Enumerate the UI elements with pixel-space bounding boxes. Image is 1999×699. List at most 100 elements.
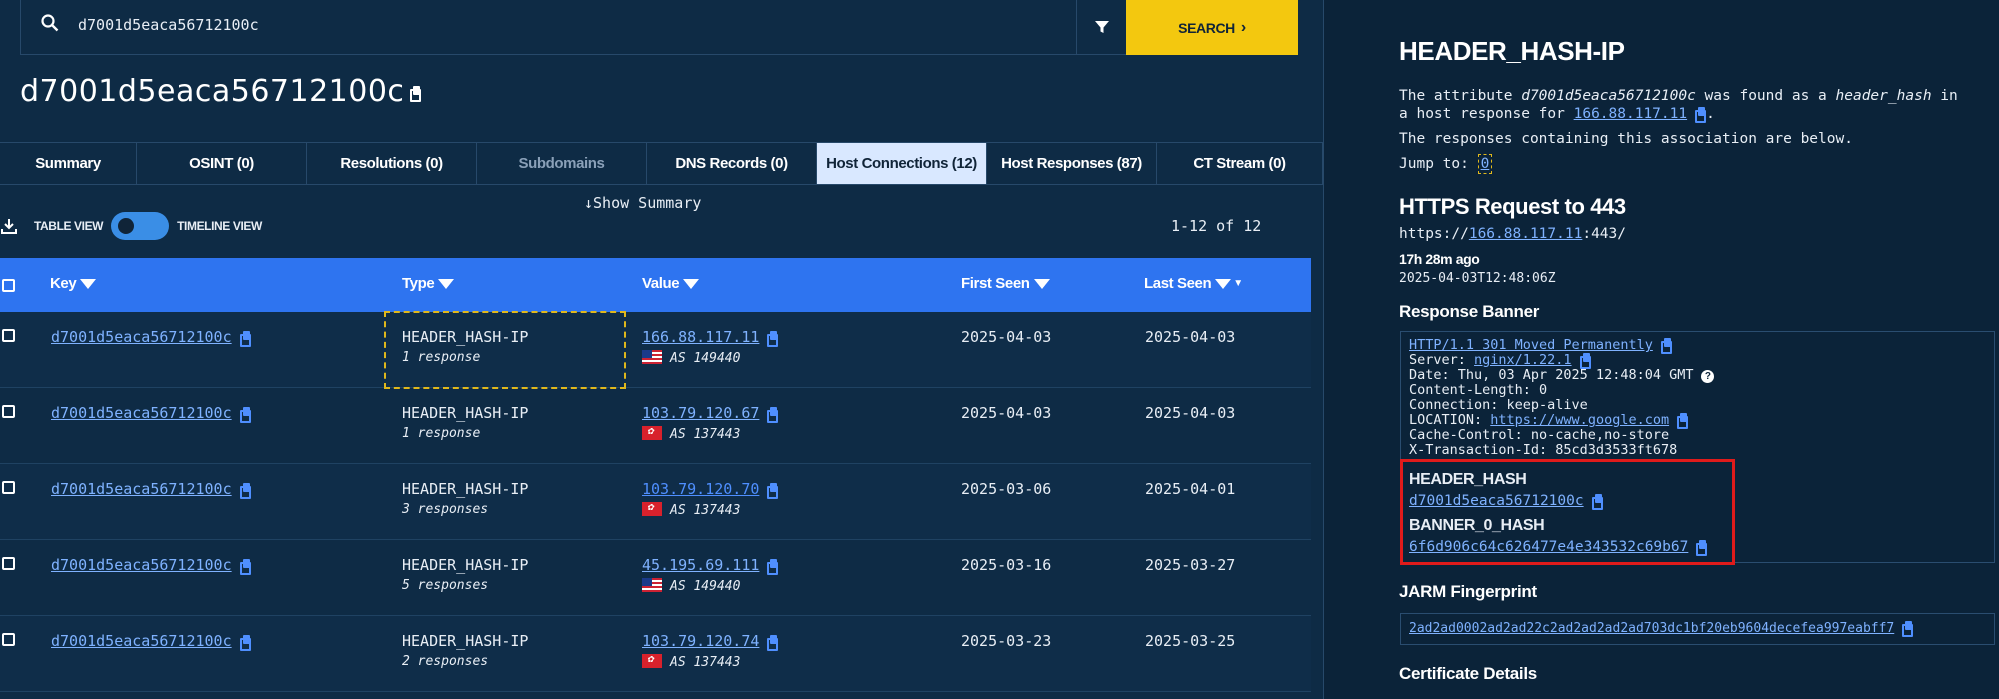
tab-label: CT Stream (0) — [1193, 155, 1286, 172]
ip-link[interactable]: 166.88.117.11 — [642, 328, 759, 346]
filter-icon[interactable] — [1215, 278, 1232, 289]
ip-link[interactable]: 103.79.120.67 — [642, 404, 759, 422]
filter-icon[interactable] — [438, 278, 455, 289]
row-checkbox[interactable] — [2, 557, 15, 570]
column-key[interactable]: Key — [50, 275, 97, 292]
jarm-title: JARM Fingerprint — [1399, 582, 1537, 601]
results-pane: SEARCH › d7001d5eaca56712100c Summary OS… — [0, 0, 1323, 699]
asn-text: AS 137443 — [670, 655, 741, 670]
view-toggle[interactable] — [111, 212, 170, 240]
panel-description: The attribute d7001d5eaca56712100c was f… — [1399, 87, 1989, 123]
table-view-label: TABLE VIEW — [34, 219, 104, 233]
url-suffix: :443/ — [1582, 226, 1626, 242]
copy-icon[interactable] — [239, 559, 251, 575]
jarm-link[interactable]: 2ad2ad0002ad2ad22c2ad2ad2ad2ad703dc1bf20… — [1409, 621, 1894, 636]
filter-icon[interactable] — [683, 278, 700, 289]
column-first-seen[interactable]: First Seen — [961, 275, 1050, 292]
key-link[interactable]: d7001d5eaca56712100c — [51, 556, 232, 574]
panel-title: HEADER_HASH-IP — [1399, 36, 1625, 66]
tab-label: OSINT (0) — [189, 155, 254, 172]
cache-control-header: Cache-Control: no-cache,no-store — [1409, 427, 1670, 443]
search-button-label: SEARCH — [1178, 19, 1235, 36]
filter-button[interactable] — [1076, 0, 1126, 54]
certificate-title: Certificate Details — [1399, 664, 1537, 683]
page-title-text: d7001d5eaca56712100c — [20, 74, 405, 109]
key-link[interactable]: d7001d5eaca56712100c — [51, 480, 232, 498]
ip-link[interactable]: 45.195.69.111 — [642, 556, 759, 574]
filter-icon[interactable] — [80, 278, 97, 289]
row-checkbox[interactable] — [2, 481, 15, 494]
download-icon[interactable] — [0, 217, 18, 235]
tab-summary[interactable]: Summary — [0, 143, 137, 184]
tab-host-responses[interactable]: Host Responses (87) — [987, 143, 1157, 184]
copy-icon[interactable] — [1660, 338, 1672, 354]
tab-osint[interactable]: OSINT (0) — [137, 143, 307, 184]
copy-icon[interactable] — [239, 331, 251, 347]
filter-icon — [1094, 21, 1109, 33]
key-link[interactable]: d7001d5eaca56712100c — [51, 328, 232, 346]
response-count: 3 responses — [402, 502, 489, 517]
column-value[interactable]: Value — [642, 275, 700, 292]
key-link[interactable]: d7001d5eaca56712100c — [51, 404, 232, 422]
search-input[interactable] — [78, 14, 978, 36]
jump-link[interactable]: 0 — [1477, 154, 1493, 174]
status-line[interactable]: HTTP/1.1 301 Moved Permanently — [1409, 337, 1653, 353]
copy-icon[interactable] — [1902, 621, 1914, 637]
flag-my-icon — [642, 578, 662, 592]
location-link[interactable]: https://www.google.com — [1490, 412, 1669, 428]
sort-desc-icon[interactable]: ▼ — [1233, 278, 1243, 289]
tab-host-connections[interactable]: Host Connections (12) — [817, 143, 987, 184]
row-checkbox[interactable] — [2, 405, 15, 418]
tab-subdomains[interactable]: Subdomains — [477, 143, 647, 184]
key-link[interactable]: d7001d5eaca56712100c — [51, 632, 232, 650]
type-text: HEADER_HASH-IP — [402, 632, 529, 650]
jump-to-label: Jump to: — [1399, 156, 1478, 172]
copy-icon[interactable] — [239, 483, 251, 499]
tab-ct-stream[interactable]: CT Stream (0) — [1157, 143, 1323, 184]
copy-icon[interactable] — [1579, 353, 1591, 369]
last-seen: 2025-03-27 — [1145, 556, 1236, 574]
copy-icon[interactable] — [239, 635, 251, 651]
result-count: 1-12 of 12 — [1171, 217, 1262, 235]
copy-icon[interactable] — [767, 559, 779, 575]
table-row: d7001d5eaca56712100c HEADER_HASH-IP 1 res… — [0, 388, 1311, 464]
jump-to: Jump to: 0 — [1399, 154, 1493, 174]
copy-icon[interactable] — [410, 86, 424, 102]
type-text: HEADER_HASH-IP — [402, 556, 529, 574]
response-banner-title: Response Banner — [1399, 302, 1540, 321]
tab-resolutions[interactable]: Resolutions (0) — [307, 143, 477, 184]
show-summary-link[interactable]: ↓Show Summary — [584, 194, 701, 212]
arrow-down-icon: ↓ — [584, 194, 594, 212]
search-bar: SEARCH › — [20, 0, 1298, 55]
tab-dns-records[interactable]: DNS Records (0) — [647, 143, 817, 184]
row-checkbox[interactable] — [2, 633, 15, 646]
row-checkbox[interactable] — [2, 329, 15, 342]
table-row: d7001d5eaca56712100c HEADER_HASH-IP 2 res… — [0, 616, 1311, 692]
copy-icon[interactable] — [767, 483, 779, 499]
chevron-right-icon: › — [1240, 18, 1246, 36]
ip-link[interactable]: 166.88.117.11 — [1574, 106, 1688, 122]
copy-icon[interactable] — [1695, 107, 1707, 123]
ip-link[interactable]: 103.79.120.74 — [642, 632, 759, 650]
desc-text: a host response for — [1399, 106, 1574, 122]
ip-link[interactable]: 103.79.120.70 — [642, 480, 759, 498]
table-header: Key Type Value First Seen Last Seen ▼ — [0, 258, 1311, 312]
column-type[interactable]: Type — [402, 275, 455, 292]
copy-icon[interactable] — [767, 331, 779, 347]
filter-icon[interactable] — [1033, 278, 1050, 289]
help-icon[interactable]: ? — [1701, 370, 1715, 383]
timestamp: 2025-04-03T12:48:06Z — [1399, 271, 1556, 286]
column-last-seen[interactable]: Last Seen ▼ — [1144, 275, 1243, 292]
search-button[interactable]: SEARCH › — [1126, 0, 1298, 55]
search-icon — [41, 14, 59, 32]
copy-icon[interactable] — [767, 407, 779, 423]
ip-link[interactable]: 166.88.117.11 — [1469, 226, 1583, 242]
first-seen: 2025-03-23 — [961, 632, 1052, 650]
server-link[interactable]: nginx/1.22.1 — [1474, 352, 1572, 368]
tab-bar: Summary OSINT (0) Resolutions (0) Subdom… — [0, 142, 1323, 185]
show-summary-label: Show Summary — [593, 194, 702, 212]
copy-icon[interactable] — [1677, 413, 1689, 429]
copy-icon[interactable] — [767, 635, 779, 651]
select-all-checkbox[interactable] — [2, 279, 15, 292]
copy-icon[interactable] — [239, 407, 251, 423]
